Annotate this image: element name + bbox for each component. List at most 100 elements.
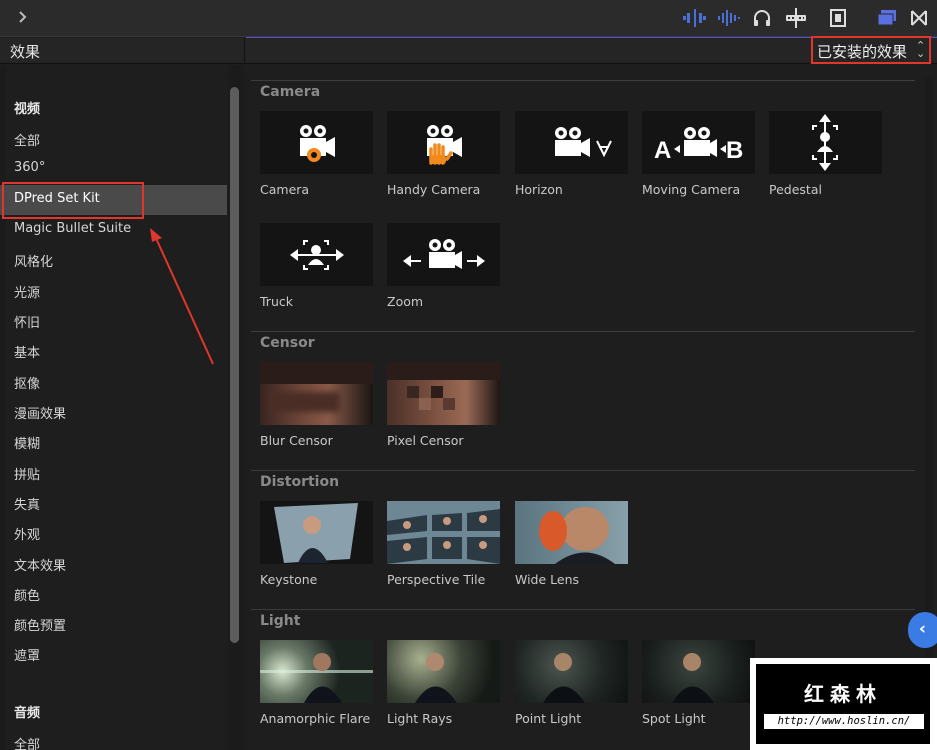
effect-label: Anamorphic Flare [260,711,371,726]
truck-thumbnail [260,223,373,286]
effect-label: Pedestal [769,182,822,197]
moving-camera-thumbnail: A B [642,111,755,174]
effect-tile-camera[interactable]: Camera [260,111,373,197]
sidebar-item-text-effects[interactable]: 文本效果 [14,555,66,574]
sidebar-item-comic-looks[interactable]: 漫画效果 [14,403,66,422]
video-camera-hand-icon [427,125,462,165]
zoom-camera-icon [403,239,485,269]
svg-text:A: A [654,137,671,164]
effect-label: Moving Camera [642,182,741,197]
effects-browser: Camera Camera Handy Camera Horizon A B M… [245,65,937,750]
effect-tile-handy-camera[interactable]: Handy Camera [387,111,500,197]
sidebar-item-all[interactable]: 全部 [14,130,40,149]
effect-label: Horizon [515,182,563,197]
chevron-right-icon[interactable] [16,8,30,26]
audio-waveform-split-icon[interactable] [682,8,708,28]
headphones-icon[interactable] [752,8,772,28]
sidebar-item-keying[interactable]: 抠像 [14,373,40,392]
up-down-chevron-icon: ⌃ ⌄ [916,39,926,60]
header-divider [244,38,245,64]
film-strip-icon[interactable] [829,8,847,28]
effect-label: Blur Censor [260,433,333,448]
sidebar-item-audio-all[interactable]: 全部 [14,734,40,750]
section-title-distortion: Distortion [260,474,340,490]
svg-text:B: B [726,137,743,164]
browser-window-icon[interactable] [876,8,898,28]
effects-title: 效果 [10,43,41,61]
section-divider [251,470,915,471]
video-camera-horizon-icon [555,127,612,158]
sidebar-item-tiling[interactable]: 拼贴 [14,464,40,483]
effect-tile-spot-light[interactable]: Spot Light [642,640,755,726]
light-rays-thumbnail [387,640,500,703]
installed-effects-label: 已安装的效果 [817,43,908,61]
effect-label: Zoom [387,294,424,309]
effects-header: 效果 [0,38,937,64]
audio-waveform-icon[interactable] [716,8,742,28]
spot-light-image [672,653,714,703]
effect-tile-horizon[interactable]: Horizon [515,111,628,197]
spot-light-thumbnail [642,640,755,703]
browser-scrollbar[interactable] [925,77,933,685]
effect-tile-wide-lens[interactable]: Wide Lens [515,501,628,587]
effects-sidebar: 视频 全部 360° DPred Set Kit Magic Bullet Su… [0,65,244,750]
selection-highlight-box [2,182,144,219]
transitions-icon[interactable] [910,8,928,28]
truck-person-icon [290,240,344,270]
effect-tile-perspective-tile[interactable]: Perspective Tile [387,501,500,587]
effect-label: Perspective Tile [387,572,486,587]
pixel-censor-thumbnail [387,362,500,425]
anamorphic-flare-image [260,653,373,703]
effect-tile-blur-censor[interactable]: Blur Censor [260,362,373,448]
light-rays-image [415,653,457,703]
effect-label: Keystone [260,572,318,587]
sidebar-item-magic-bullet-suite[interactable]: Magic Bullet Suite [14,221,131,236]
watermark-logo: 红森林 http://www.hoslin.cn/ [750,658,937,750]
effect-tile-moving-camera[interactable]: A B Moving Camera [642,111,755,197]
effect-tile-pedestal[interactable]: Pedestal [769,111,882,197]
skimming-icon[interactable] [784,8,808,28]
effect-tile-light-rays[interactable]: Light Rays [387,640,500,726]
wide-lens-thumbnail [515,501,628,564]
effect-tile-anamorphic-flare[interactable]: Anamorphic Flare [260,640,373,726]
installed-effects-filter[interactable]: 已安装的效果 ⌃ ⌄ [811,36,931,64]
sidebar-item-basics[interactable]: 基本 [14,342,40,361]
sidebar-item-masks[interactable]: 遮罩 [14,645,40,664]
sidebar-item-light[interactable]: 光源 [14,282,40,301]
effect-tile-truck[interactable]: Truck [260,223,373,309]
effect-label: Handy Camera [387,182,481,197]
pedestal-thumbnail [769,111,882,174]
section-title-light: Light [260,613,301,629]
zoom-thumbnail [387,223,500,286]
keystone-thumbnail [260,501,373,564]
camera-thumbnail [260,111,373,174]
anamorphic-flare-thumbnail [260,640,373,703]
effect-tile-keystone[interactable]: Keystone [260,501,373,587]
sidebar-item-distortion[interactable]: 失真 [14,494,40,513]
chevron-left-icon: ‹ [919,619,927,639]
audio-heading: 音频 [14,706,41,721]
effect-tile-point-light[interactable]: Point Light [515,640,628,726]
effect-label: Camera [260,182,310,197]
video-camera-gear-icon [300,125,335,162]
effect-tile-pixel-censor[interactable]: Pixel Censor [387,362,500,448]
collapse-panel-button[interactable]: ‹ [908,612,937,648]
perspective-tile-thumbnail [387,501,500,564]
point-light-thumbnail [515,640,628,703]
sidebar-item-looks[interactable]: 外观 [14,524,40,543]
sidebar-item-retro[interactable]: 怀旧 [14,312,40,331]
sidebar-item-360[interactable]: 360° [14,160,45,175]
effect-tile-zoom[interactable]: Zoom [387,223,500,309]
point-light-image [543,653,585,703]
sidebar-item-stylize[interactable]: 风格化 [14,251,53,270]
sidebar-item-color-presets[interactable]: 颜色预置 [14,615,66,634]
effect-label: Light Rays [387,711,453,726]
effect-label: Wide Lens [515,572,580,587]
section-divider [251,80,915,81]
section-divider [251,331,915,332]
handy-camera-thumbnail [387,111,500,174]
sidebar-item-color[interactable]: 颜色 [14,585,40,604]
sidebar-scrollbar[interactable] [230,87,239,643]
sidebar-item-blur[interactable]: 模糊 [14,433,40,452]
section-title-censor: Censor [260,335,315,351]
